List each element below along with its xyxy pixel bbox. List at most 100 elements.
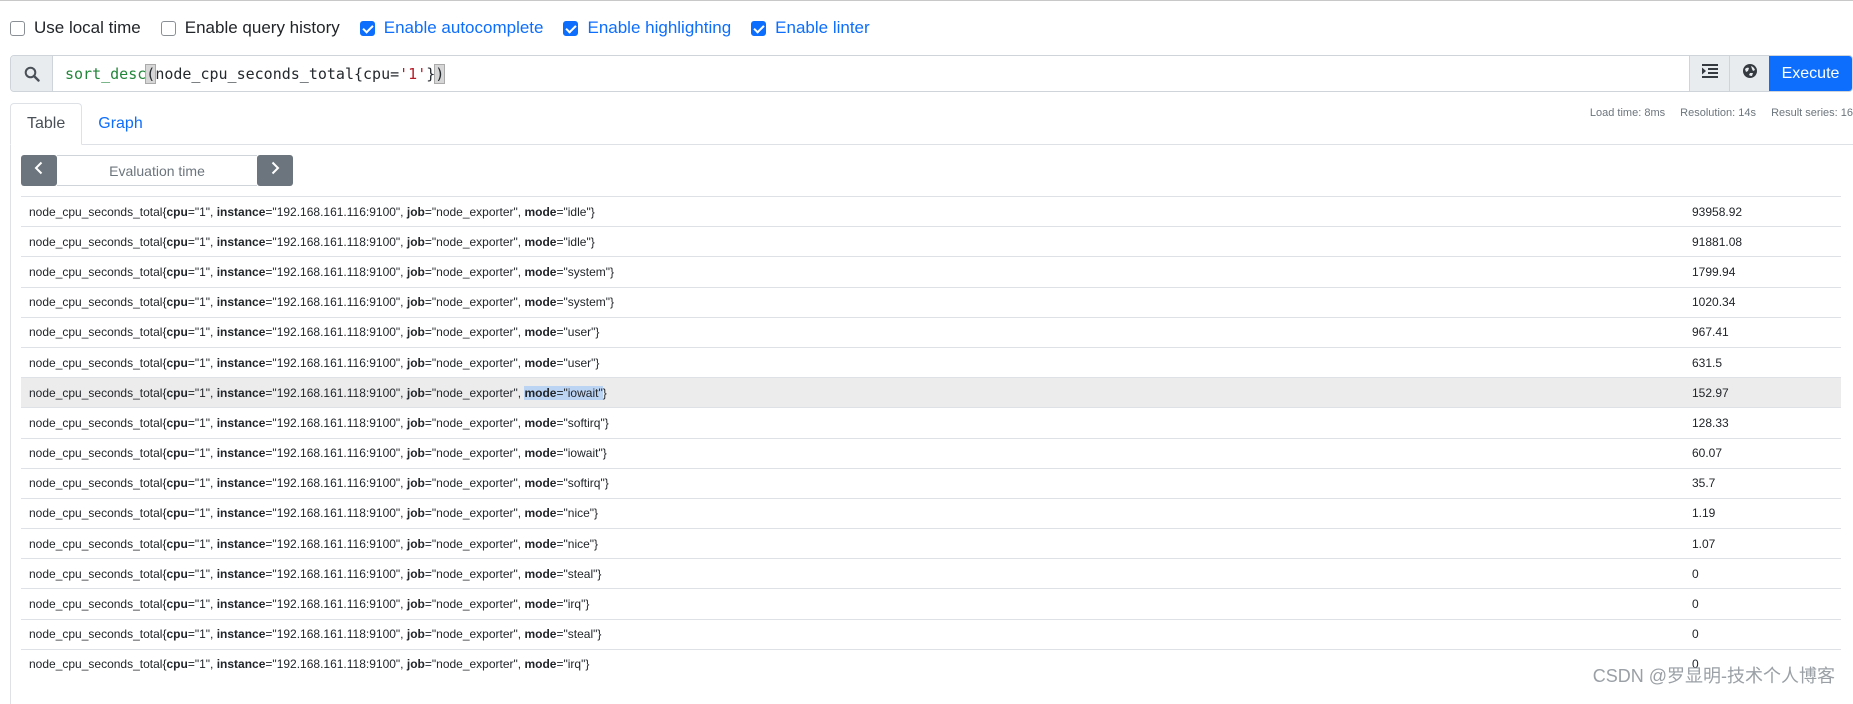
series-labels: node_cpu_seconds_total{cpu="1", instance… <box>29 385 607 400</box>
label-value: 1 <box>199 325 206 340</box>
label-value: 192.168.161.116:9100 <box>276 204 396 219</box>
tab-graph[interactable]: Graph <box>82 103 158 145</box>
query-close-brace: } <box>426 64 436 83</box>
series-value: 91881.08 <box>1692 234 1743 249</box>
option-use-local-time[interactable]: Use local time <box>10 18 141 38</box>
metric-name: node_cpu_seconds_total <box>29 415 163 430</box>
label-value: 192.168.161.116:9100 <box>276 476 396 491</box>
linter-checkbox[interactable] <box>751 20 767 36</box>
series-labels: node_cpu_seconds_total{cpu="1", instance… <box>29 476 609 491</box>
option-highlighting[interactable]: Enable highlighting <box>563 18 731 38</box>
label-key: cpu <box>166 536 188 551</box>
series-value: 0 <box>1692 566 1699 581</box>
label-value: 192.168.161.116:9100 <box>276 295 396 310</box>
label-key: cpu <box>166 506 188 521</box>
label-value: 1 <box>199 264 206 279</box>
label-key: mode <box>524 597 557 612</box>
query-stats: Load time: 8ms Resolution: 14s Result se… <box>1578 107 1853 119</box>
label-value: 1 <box>199 597 206 612</box>
label-value: steal <box>567 566 594 581</box>
label-key: mode <box>524 325 557 340</box>
series-labels: node_cpu_seconds_total{cpu="1", instance… <box>29 264 615 279</box>
label-value: 1 <box>199 506 206 521</box>
label-value: node_exporter <box>436 264 514 279</box>
label-value: node_exporter <box>436 385 514 400</box>
label-value: iowait <box>567 446 599 461</box>
label-value: 192.168.161.118:9100 <box>276 385 396 400</box>
text-selection: mode="iowait" <box>524 385 603 400</box>
series-value: 1.19 <box>1692 506 1716 521</box>
table-row: node_cpu_seconds_total{cpu="1", instance… <box>21 377 1841 408</box>
tab-table[interactable]: Table <box>10 103 83 145</box>
label-key: instance <box>216 204 266 219</box>
execute-button[interactable]: Execute <box>1769 56 1852 91</box>
label-value: 192.168.161.118:9100 <box>276 506 396 521</box>
label-key: instance <box>216 234 266 249</box>
label-key: job <box>406 476 425 491</box>
format-expression-button[interactable] <box>1689 56 1729 91</box>
label-key: job <box>406 446 425 461</box>
label-key: job <box>406 295 425 310</box>
evaluation-time-input[interactable]: Evaluation time <box>57 155 257 186</box>
label-key: instance <box>216 385 266 400</box>
label-key: cpu <box>166 385 188 400</box>
label-key: mode <box>524 415 557 430</box>
metric-name: node_cpu_seconds_total <box>29 536 163 551</box>
label-key: cpu <box>166 657 188 672</box>
label-value: nice <box>567 536 590 551</box>
resolution: Resolution: 14s <box>1680 107 1756 119</box>
label-value: irq <box>567 597 582 612</box>
metric-name: node_cpu_seconds_total <box>29 627 163 642</box>
query-history-checkbox[interactable] <box>160 20 176 36</box>
metrics-explorer-button[interactable] <box>1729 56 1769 91</box>
series-value: 967.41 <box>1692 325 1729 340</box>
next-time-button[interactable] <box>257 155 293 186</box>
table-row: node_cpu_seconds_total{cpu="1", instance… <box>21 407 1841 437</box>
label-key: job <box>406 536 425 551</box>
table-row: node_cpu_seconds_total{cpu="1", instance… <box>21 558 1841 588</box>
option-linter[interactable]: Enable linter <box>751 18 870 38</box>
series-value: 152.97 <box>1692 385 1729 400</box>
series-labels: node_cpu_seconds_total{cpu="1", instance… <box>29 506 599 521</box>
metric-name: node_cpu_seconds_total <box>29 355 163 370</box>
metric-name: node_cpu_seconds_total <box>29 325 163 340</box>
series-labels: node_cpu_seconds_total{cpu="1", instance… <box>29 234 595 249</box>
label-key: instance <box>216 597 266 612</box>
option-autocomplete[interactable]: Enable autocomplete <box>359 18 544 38</box>
query-input[interactable]: sort_desc(node_cpu_seconds_total{cpu= '1'… <box>53 56 1689 91</box>
highlighting-label: Enable highlighting <box>587 18 732 37</box>
label-value: node_exporter <box>436 355 514 370</box>
label-key: instance <box>216 295 266 310</box>
label-key: job <box>406 385 425 400</box>
label-key: mode <box>524 446 557 461</box>
option-query-history[interactable]: Enable query history <box>160 18 340 38</box>
autocomplete-checkbox[interactable] <box>359 20 375 36</box>
label-key: cpu <box>166 234 188 249</box>
autocomplete-label: Enable autocomplete <box>383 18 544 37</box>
label-key: mode <box>524 264 557 279</box>
label-key: instance <box>216 325 266 340</box>
label-value: 192.168.161.118:9100 <box>276 627 396 642</box>
label-value: 1 <box>199 536 206 551</box>
prev-time-button[interactable] <box>21 155 57 186</box>
label-value: irq <box>567 657 582 672</box>
series-labels: node_cpu_seconds_total{cpu="1", instance… <box>29 355 600 370</box>
table-row: node_cpu_seconds_total{cpu="1", instance… <box>21 437 1841 468</box>
table-row: node_cpu_seconds_total{cpu="1", instance… <box>21 528 1841 558</box>
label-key: instance <box>216 627 266 642</box>
label-key: cpu <box>166 204 188 219</box>
metric-name: node_cpu_seconds_total <box>29 566 163 581</box>
series-labels: node_cpu_seconds_total{cpu="1", instance… <box>29 295 615 310</box>
label-value: 1 <box>199 234 206 249</box>
table-row: node_cpu_seconds_total{cpu="1", instance… <box>21 226 1841 256</box>
label-value: node_exporter <box>436 597 514 612</box>
highlighting-checkbox[interactable] <box>563 20 579 36</box>
label-key: cpu <box>166 476 188 491</box>
label-value: node_exporter <box>436 204 514 219</box>
load-time: Load time: 8ms <box>1589 107 1666 119</box>
top-border <box>0 0 1853 1</box>
metric-name: node_cpu_seconds_total <box>29 506 163 521</box>
query-history-label: Enable query history <box>184 18 340 37</box>
label-key: instance <box>216 506 266 521</box>
use-local-time-checkbox[interactable] <box>10 20 25 36</box>
